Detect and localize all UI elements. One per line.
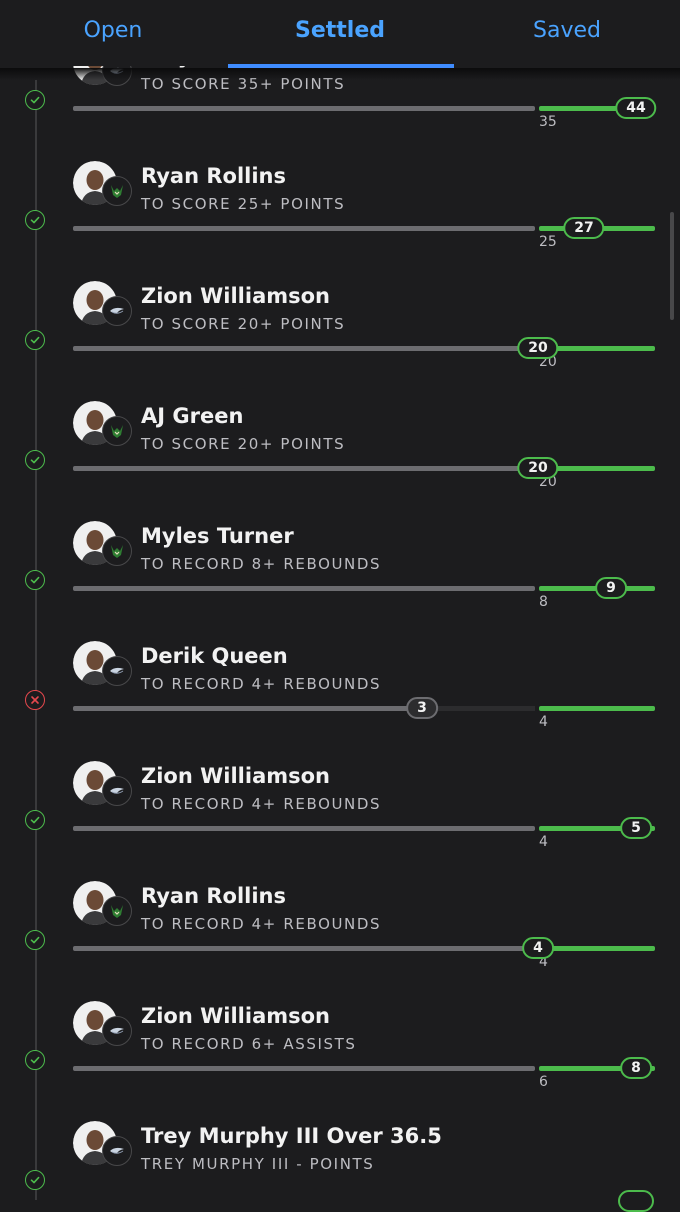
pelicans-logo-icon bbox=[102, 1016, 132, 1046]
header-shadow bbox=[0, 68, 680, 80]
prop-description: TO SCORE 25+ POINTS bbox=[141, 195, 346, 213]
player-name: Ryan Rollins bbox=[141, 884, 286, 908]
bet-item[interactable]: Zion Williamson TO SCORE 20+ POINTS 20 20 bbox=[0, 222, 680, 370]
bucks-logo-icon bbox=[102, 416, 132, 446]
player-name: Ryan Rollins bbox=[141, 164, 286, 188]
player-name: Zion Williamson bbox=[141, 1004, 330, 1028]
tab-saved[interactable]: Saved bbox=[533, 18, 601, 43]
bucks-logo-icon bbox=[102, 536, 132, 566]
bet-item[interactable]: Myles Turner TO RECORD 8+ REBOUNDS 8 9 bbox=[0, 462, 680, 610]
bet-item[interactable]: Zion Williamson TO RECORD 6+ ASSISTS 6 8 bbox=[0, 942, 680, 1090]
progress-track bbox=[73, 1186, 655, 1191]
player-name: Zion Williamson bbox=[141, 764, 330, 788]
player-name: AJ Green bbox=[141, 404, 244, 428]
prop-description: TO RECORD 4+ REBOUNDS bbox=[141, 915, 382, 933]
result-value-badge bbox=[618, 1190, 654, 1212]
pelicans-logo-icon bbox=[102, 656, 132, 686]
pelicans-logo-icon bbox=[102, 776, 132, 806]
tab-bar: Open Settled Saved bbox=[0, 0, 680, 68]
bucks-logo-icon bbox=[102, 176, 132, 206]
prop-description: TO RECORD 6+ ASSISTS bbox=[141, 1035, 357, 1053]
bucks-logo-icon bbox=[102, 896, 132, 926]
prop-description: TO RECORD 4+ REBOUNDS bbox=[141, 795, 382, 813]
pelicans-logo-icon bbox=[102, 1136, 132, 1166]
won-check-icon bbox=[25, 1170, 45, 1190]
player-name: Zion Williamson bbox=[141, 284, 330, 308]
bet-item[interactable]: AJ Green TO SCORE 20+ POINTS 20 20 bbox=[0, 342, 680, 490]
scrollbar[interactable] bbox=[670, 212, 674, 320]
bet-item[interactable]: Derik Queen TO RECORD 4+ REBOUNDS 4 3 bbox=[0, 582, 680, 730]
player-name: Derik Queen bbox=[141, 644, 288, 668]
tab-settled[interactable]: Settled bbox=[295, 18, 385, 43]
tab-open[interactable]: Open bbox=[84, 18, 143, 43]
player-name: Myles Turner bbox=[141, 524, 294, 548]
bet-item[interactable]: Ryan Rollins TO SCORE 25+ POINTS 25 27 bbox=[0, 102, 680, 250]
bet-item[interactable]: Zion Williamson TO RECORD 4+ REBOUNDS 4 5 bbox=[0, 702, 680, 850]
prop-description: TO SCORE 20+ POINTS bbox=[141, 315, 346, 333]
prop-description: TO RECORD 4+ REBOUNDS bbox=[141, 675, 382, 693]
prop-description: TO SCORE 20+ POINTS bbox=[141, 435, 346, 453]
player-name: Trey Murphy III Over 36.5 bbox=[141, 1124, 442, 1148]
bet-item[interactable]: Trey Murphy III Over 36.5 TREY MURPHY III… bbox=[0, 1062, 680, 1212]
pelicans-logo-icon bbox=[102, 296, 132, 326]
prop-description: TREY MURPHY III - POINTS bbox=[141, 1155, 375, 1173]
settled-bets-list: Trey Murphy IIITO SCORE 35+ POINTS3544Ry… bbox=[0, 0, 680, 1212]
bet-item[interactable]: Ryan Rollins TO RECORD 4+ REBOUNDS 4 4 bbox=[0, 822, 680, 970]
prop-description: TO RECORD 8+ REBOUNDS bbox=[141, 555, 382, 573]
